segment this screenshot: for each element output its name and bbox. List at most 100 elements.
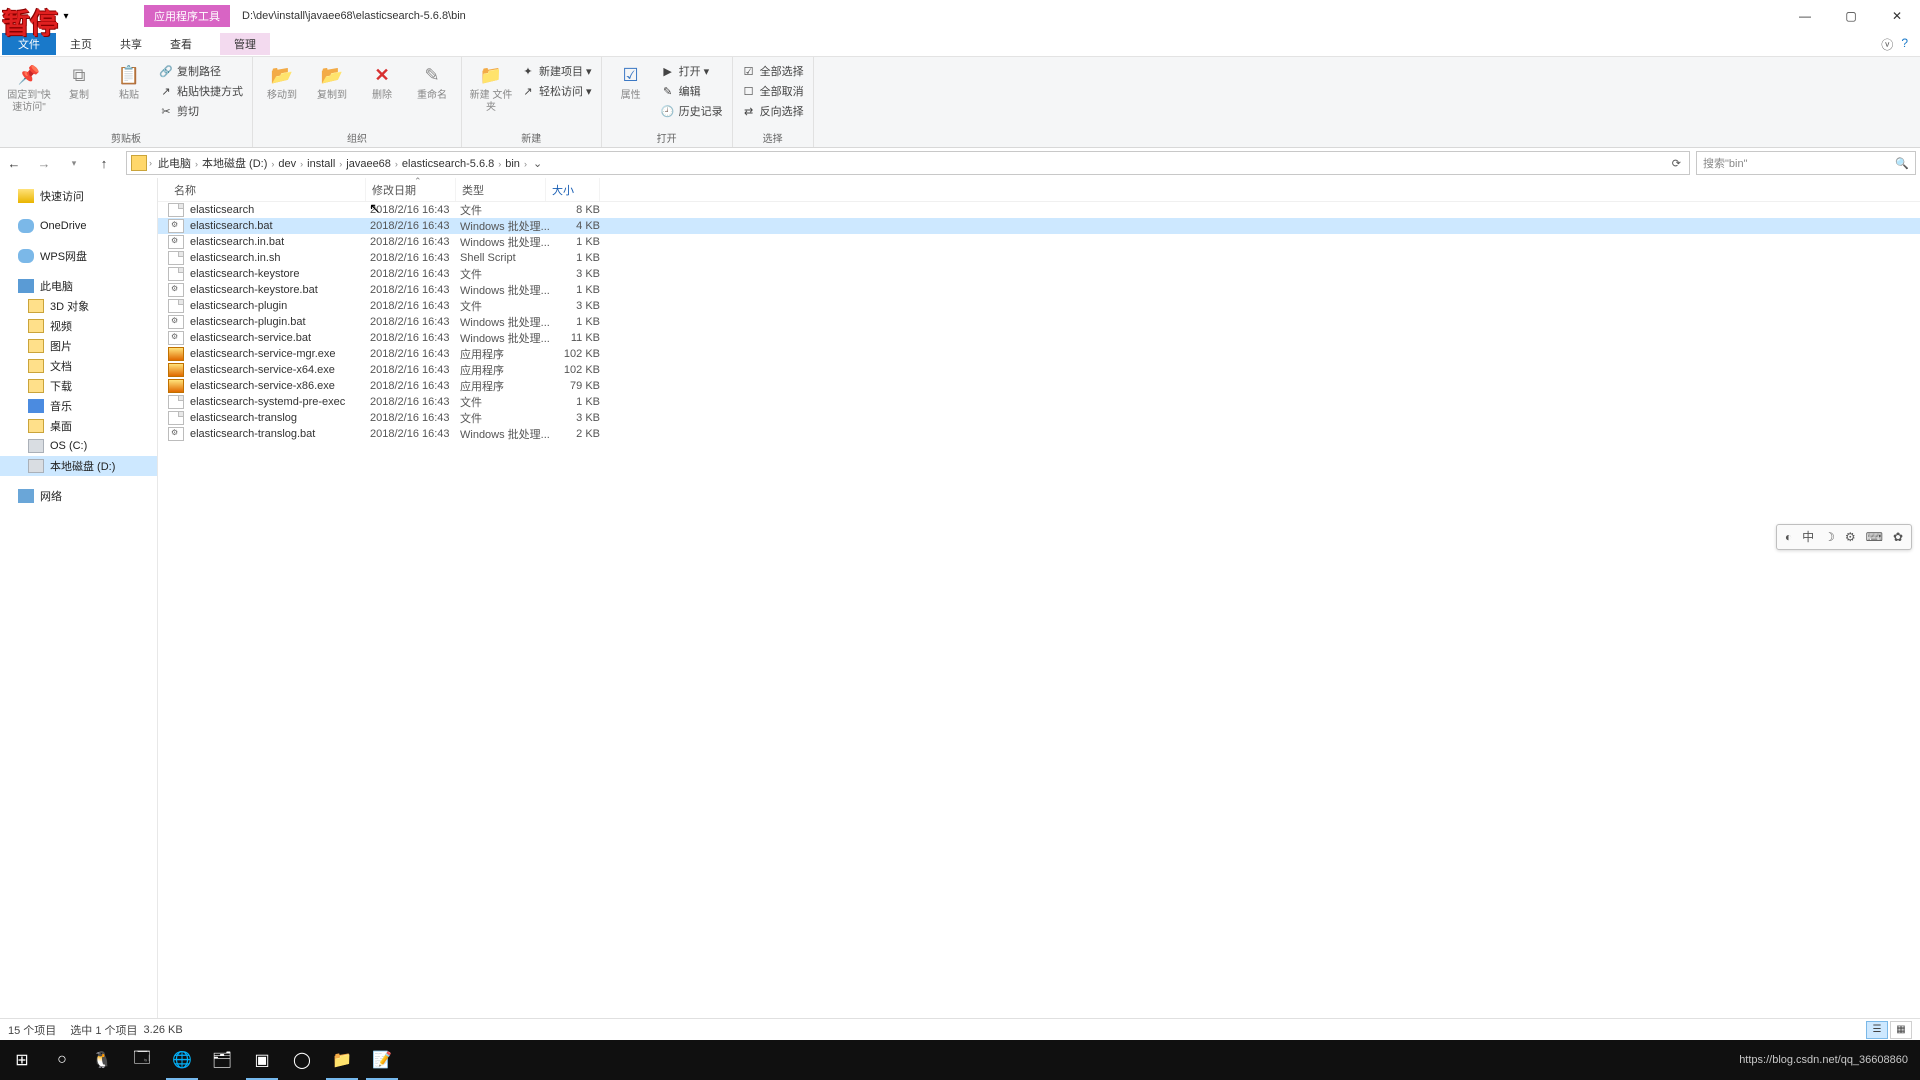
rename-button[interactable]: ✎重命名 [409,60,455,102]
file-row[interactable]: elasticsearch-translog2018/2/16 16:43文件3… [158,410,1920,426]
file-row[interactable]: elasticsearch2018/2/16 16:43文件8 KB [158,202,1920,218]
breadcrumb-0[interactable]: 此电脑 [154,158,195,170]
edit-button[interactable]: ✎编辑 [658,82,726,100]
system-tray[interactable]: https://blog.csdn.net/qq_36608860 [1739,1054,1918,1066]
close-button[interactable]: ✕ [1874,1,1920,31]
help-icon[interactable]: ? [1901,36,1908,53]
address-dropdown[interactable]: ⌄ [529,157,546,170]
easyaccess-button[interactable]: ↗轻松访问 ▾ [518,82,595,100]
file-row[interactable]: elasticsearch.in.bat2018/2/16 16:43Windo… [158,234,1920,250]
ime-item-0[interactable]: ◐ [1785,531,1792,543]
file-row[interactable]: elasticsearch-keystore2018/2/16 16:43文件3… [158,266,1920,282]
sidebar-item[interactable]: 快速访问 [0,186,157,206]
column-date[interactable]: 修改日期 [366,178,456,201]
ime-toolbar[interactable]: ◐ 中 ☽ ⚙ ⌨ ✿ [1776,524,1912,550]
file-row[interactable]: elasticsearch-plugin.bat2018/2/16 16:43W… [158,314,1920,330]
file-row[interactable]: elasticsearch-plugin2018/2/16 16:43文件3 K… [158,298,1920,314]
taskbar-app-3[interactable]: 🗂 [202,1040,242,1080]
view-details-button[interactable]: ☰ [1866,1021,1888,1039]
column-name[interactable]: 名称 [168,178,366,201]
file-row[interactable]: elasticsearch.in.sh2018/2/16 16:43Shell … [158,250,1920,266]
cut-button[interactable]: ✂剪切 [156,102,246,120]
file-row[interactable]: elasticsearch-systemd-pre-exec2018/2/16 … [158,394,1920,410]
paste-button[interactable]: 📋粘贴 [106,60,152,102]
invert-selection-button[interactable]: ⇄反向选择 [739,102,807,120]
taskbar[interactable]: ⊞ ○ 🐧 🗔 🌐 🗂 ▣ ◯ 📁 📝 https://blog.csdn.ne… [0,1040,1920,1080]
recent-button[interactable]: ▾ [62,151,86,175]
taskbar-app-5[interactable]: ◯ [282,1040,322,1080]
file-row[interactable]: elasticsearch-service-x86.exe2018/2/16 1… [158,378,1920,394]
sidebar-item[interactable]: 音乐 [0,396,157,416]
chevron-icon[interactable]: › [524,159,527,169]
column-headers[interactable]: ⌃ 名称 修改日期 类型 大小 [158,178,1920,202]
forward-button[interactable]: → [32,151,56,175]
refresh-button[interactable]: ⟳ [1668,157,1685,170]
column-type[interactable]: 类型 [456,178,546,201]
ribbon-collapse-icon[interactable]: ⓥ [1881,36,1893,53]
breadcrumb-6[interactable]: bin [501,158,524,170]
ime-item-5[interactable]: ✿ [1893,531,1903,543]
pin-button[interactable]: 📌固定到"快 速访问" [6,60,52,114]
sidebar-item[interactable]: 此电脑 [0,276,157,296]
delete-button[interactable]: ✕删除 [359,60,405,102]
newfolder-button[interactable]: 📁新建 文件夹 [468,60,514,114]
sidebar-item[interactable]: 3D 对象 [0,296,157,316]
select-all-button[interactable]: ☑全部选择 [739,62,807,80]
taskbar-chrome[interactable]: 🌐 [162,1040,202,1080]
tab-home[interactable]: 主页 [56,33,106,55]
taskbar-app-2[interactable]: 🗔 [122,1040,162,1080]
open-button[interactable]: ▶打开 ▾ [658,62,726,80]
copyto-button[interactable]: 📂复制到 [309,60,355,102]
sidebar-item[interactable]: 本地磁盘 (D:) [0,456,157,476]
sidebar-item[interactable]: 桌面 [0,416,157,436]
up-button[interactable]: ↑ [92,151,116,175]
minimize-button[interactable]: — [1782,1,1828,31]
navigation-tree[interactable]: 快速访问OneDriveWPS网盘此电脑3D 对象视频图片文档下载音乐桌面OS … [0,178,158,1018]
back-button[interactable]: ← [2,151,26,175]
breadcrumb-3[interactable]: install [303,158,339,170]
breadcrumb-4[interactable]: javaee68 [342,158,395,170]
sidebar-item[interactable]: 图片 [0,336,157,356]
cortana-button[interactable]: ○ [42,1040,82,1080]
taskbar-app-6[interactable]: 📝 [362,1040,402,1080]
chevron-icon[interactable]: › [149,158,152,168]
tab-view[interactable]: 查看 [156,33,206,55]
file-list[interactable]: elasticsearch2018/2/16 16:43文件8 KBelasti… [158,202,1920,1018]
search-input[interactable]: 搜索"bin" 🔍 [1696,151,1916,175]
ime-item-4[interactable]: ⌨ [1866,531,1883,543]
breadcrumb-5[interactable]: elasticsearch-5.6.8 [398,158,498,170]
sidebar-item[interactable]: 文档 [0,356,157,376]
sidebar-item[interactable]: WPS网盘 [0,246,157,266]
view-large-button[interactable]: ▦ [1890,1021,1912,1039]
file-row[interactable]: elasticsearch-service.bat2018/2/16 16:43… [158,330,1920,346]
breadcrumb-1[interactable]: 本地磁盘 (D:) [198,158,271,170]
address-bar[interactable]: › 此电脑›本地磁盘 (D:)›dev›install›javaee68›ela… [126,151,1690,175]
file-row[interactable]: elasticsearch-translog.bat2018/2/16 16:4… [158,426,1920,442]
ime-item-1[interactable]: 中 [1802,531,1814,543]
sidebar-item[interactable]: 下载 [0,376,157,396]
ime-item-2[interactable]: ☽ [1824,531,1835,543]
newitem-button[interactable]: ✦新建项目 ▾ [518,62,595,80]
properties-button[interactable]: ☑属性 [608,60,654,102]
moveto-button[interactable]: 📂移动到 [259,60,305,102]
sidebar-item[interactable]: OneDrive [0,216,157,236]
tab-manage[interactable]: 管理 [220,33,270,55]
sidebar-item[interactable]: 视频 [0,316,157,336]
start-button[interactable]: ⊞ [2,1040,42,1080]
taskbar-app-4[interactable]: ▣ [242,1040,282,1080]
taskbar-explorer[interactable]: 📁 [322,1040,362,1080]
sidebar-item[interactable]: 网络 [0,486,157,506]
paste-shortcut-button[interactable]: ↗粘贴快捷方式 [156,82,246,100]
file-row[interactable]: elasticsearch-service-mgr.exe2018/2/16 1… [158,346,1920,362]
column-size[interactable]: 大小 [546,178,600,201]
maximize-button[interactable]: ▢ [1828,1,1874,31]
file-row[interactable]: elasticsearch.bat2018/2/16 16:43Windows … [158,218,1920,234]
tab-share[interactable]: 共享 [106,33,156,55]
history-button[interactable]: 🕘历史记录 [658,102,726,120]
copy-button[interactable]: ⧉复制 [56,60,102,102]
ime-item-3[interactable]: ⚙ [1845,531,1856,543]
file-row[interactable]: elasticsearch-service-x64.exe2018/2/16 1… [158,362,1920,378]
select-none-button[interactable]: ☐全部取消 [739,82,807,100]
copy-path-button[interactable]: 🔗复制路径 [156,62,246,80]
taskbar-app-1[interactable]: 🐧 [82,1040,122,1080]
